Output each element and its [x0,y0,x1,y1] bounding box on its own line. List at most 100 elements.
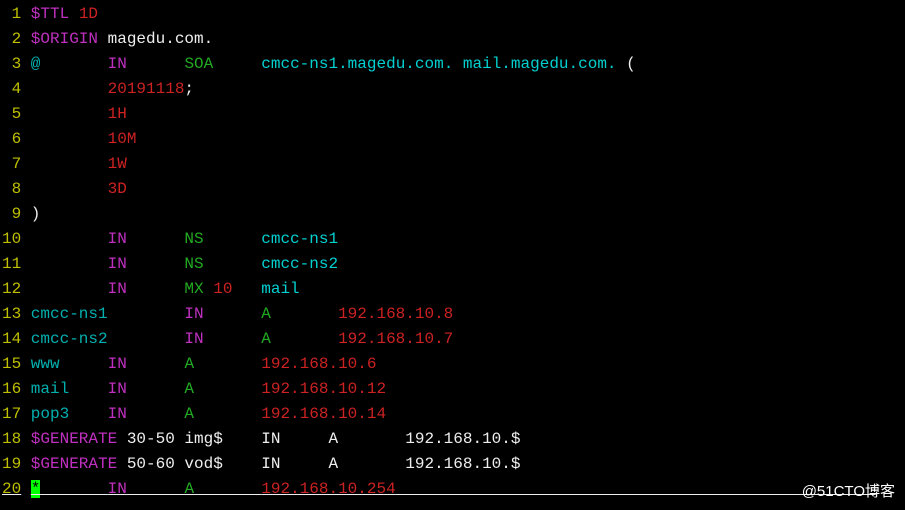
token [213,55,261,73]
line-number: 7 [2,152,21,177]
token: IN [108,255,127,273]
token [31,230,108,248]
token: magedu.com. [98,30,213,48]
token [204,255,262,273]
token [271,330,338,348]
token [31,280,108,298]
token: 50-60 vod$ IN A 192.168.10.$ [117,455,520,473]
token [127,280,185,298]
line-content: $GENERATE 30-50 img$ IN A 192.168.10.$ [31,427,521,452]
line-number: 17 [2,402,21,427]
code-line: 3 @ IN SOA cmcc-ns1.magedu.com. mail.mage… [2,52,903,77]
token [108,305,185,323]
token: IN [108,380,127,398]
line-content: @ IN SOA cmcc-ns1.magedu.com. mail.maged… [31,52,636,77]
code-line: 4 20191118; [2,77,903,102]
token [108,330,185,348]
code-line: 1$TTL 1D [2,2,903,27]
code-line: 7 1W [2,152,903,177]
token: IN [184,305,203,323]
token: 10M [108,130,137,148]
line-number: 15 [2,352,21,377]
token [127,355,185,373]
token [60,355,108,373]
token [31,130,108,148]
line-number: 20 [2,477,21,502]
token: $GENERATE [31,430,117,448]
line-content: IN NS cmcc-ns1 [31,227,338,252]
line-content: 3D [31,177,127,202]
token: cmcc-ns1 [261,230,338,248]
code-line: 11 IN NS cmcc-ns2 [2,252,903,277]
token [204,230,262,248]
token [127,230,185,248]
code-line: 20* IN A 192.168.10.254 [2,477,903,502]
line-number: 3 [2,52,21,77]
token [232,280,261,298]
token [127,255,185,273]
token: cmcc-ns1.magedu.com. mail.magedu.com. [261,55,616,73]
token: IN [108,55,127,73]
token [31,155,108,173]
line-number: 8 [2,177,21,202]
line-content: IN NS cmcc-ns2 [31,252,338,277]
line-content: IN MX 10 mail [31,277,300,302]
token: IN [184,330,203,348]
token: IN [108,280,127,298]
code-line: 18$GENERATE 30-50 img$ IN A 192.168.10.$ [2,427,903,452]
token [194,355,261,373]
token: cmcc-ns1 [31,305,108,323]
token: cmcc-ns2 [31,330,108,348]
line-content: www IN A 192.168.10.6 [31,352,377,377]
code-line: 16mail IN A 192.168.10.12 [2,377,903,402]
line-content: $ORIGIN magedu.com. [31,27,213,52]
line-content: 20191118; [31,77,194,102]
line-content: cmcc-ns2 IN A 192.168.10.7 [31,327,453,352]
token: A [261,330,271,348]
token: IN [108,405,127,423]
token: MX [184,280,203,298]
line-number: 1 [2,2,21,27]
token: 192.168.10.254 [261,480,395,498]
line-number: 11 [2,252,21,277]
line-number: 4 [2,77,21,102]
token: $GENERATE [31,455,117,473]
code-line: 19 $GENERATE 50-60 vod$ IN A 192.168.10.$ [2,452,903,477]
zone-file-editor[interactable]: 1$TTL 1D2$ORIGIN magedu.com.3 @ IN SOA cm… [2,2,903,502]
token: ( [617,55,636,73]
token: IN [108,355,127,373]
token: 1D [79,5,98,23]
token: IN [108,230,127,248]
token: 192.168.10.7 [338,330,453,348]
line-content: $GENERATE 50-60 vod$ IN A 192.168.10.$ [31,452,521,477]
line-content: 1W [31,152,127,177]
line-number: 19 [2,452,21,477]
token: ) [31,205,41,223]
code-line: 5 1H [2,102,903,127]
token [40,480,107,498]
line-number: 5 [2,102,21,127]
token: A [184,405,194,423]
token [69,405,107,423]
token: $ORIGIN [31,30,98,48]
code-line: 12 IN MX 10 mail [2,277,903,302]
token: A [184,380,194,398]
code-line: 15 www IN A 192.168.10.6 [2,352,903,377]
code-line: 2$ORIGIN magedu.com. [2,27,903,52]
token: A [184,355,194,373]
token [204,330,262,348]
token: 192.168.10.8 [338,305,453,323]
line-number: 16 [2,377,21,402]
code-line: 6 10M [2,127,903,152]
token: 1W [108,155,127,173]
token: A [184,480,194,498]
token: 192.168.10.12 [261,380,386,398]
token [271,305,338,323]
token [127,380,185,398]
token [127,480,185,498]
line-number: 12 [2,277,21,302]
line-number: 14 [2,327,21,352]
token [194,380,261,398]
token: mail [261,280,299,298]
token: NS [184,230,203,248]
